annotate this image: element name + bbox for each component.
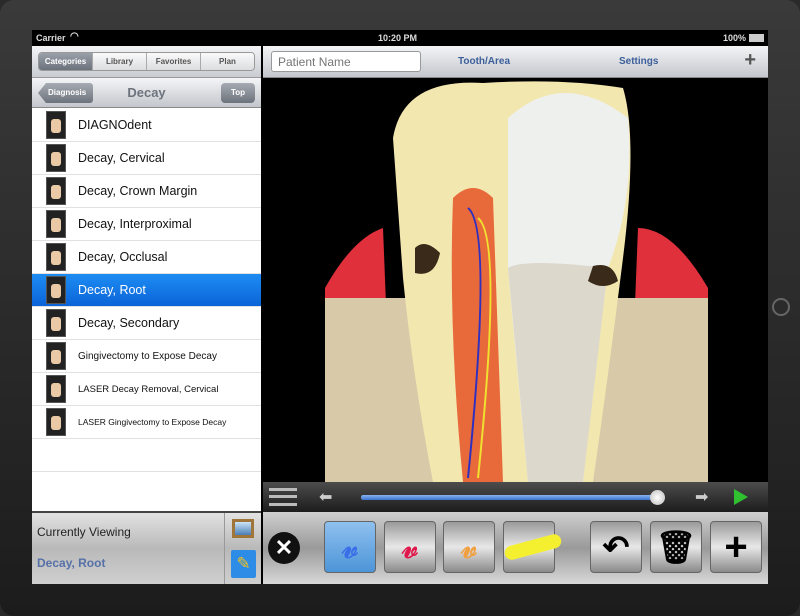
video-thumbnail-icon (46, 408, 66, 436)
left-panel: Categories Library Favorites Plan Diagno… (32, 46, 261, 584)
battery-icon (749, 34, 764, 42)
playback-slider[interactable] (361, 490, 665, 505)
playback-bar: ⬅ ➡ (263, 482, 768, 512)
list-item[interactable]: LASER Decay Removal, Cervical (32, 373, 261, 406)
next-arrow-icon[interactable]: ➡ (695, 487, 708, 507)
home-button[interactable] (772, 298, 790, 316)
tab-favorites[interactable]: Favorites (147, 53, 201, 70)
currently-viewing-label: Currently Viewing (37, 525, 131, 539)
tab-library[interactable]: Library (93, 53, 147, 70)
video-thumbnail-icon (46, 375, 66, 403)
list-item-selected[interactable]: Decay, Root (32, 274, 261, 307)
wifi-icon: ◠ (70, 31, 79, 42)
previous-arrow-icon[interactable]: ⬅ (319, 487, 332, 507)
video-thumbnail-icon (46, 309, 66, 337)
list-item[interactable]: Gingivectomy to Expose Decay (32, 340, 261, 373)
list-item-label: Decay, Occlusal (78, 250, 168, 264)
top-toolbar: Tooth/Area Settings + (263, 46, 768, 78)
list-item-label: Decay, Secondary (78, 316, 180, 330)
list-item[interactable]: DIAGNOdent (32, 109, 261, 142)
trash-icon[interactable]: 🗑 (650, 521, 702, 573)
list-item-label: Decay, Root (78, 283, 146, 297)
blue-pen-button[interactable]: 𝓋 (324, 521, 376, 573)
close-icon[interactable]: ✕ (268, 532, 300, 564)
currently-viewing-value: Decay, Root (37, 556, 106, 570)
clock: 10:20 PM (378, 33, 418, 43)
pencil-icon[interactable]: ✎ (231, 550, 256, 578)
menu-icon[interactable] (269, 488, 297, 506)
play-icon[interactable] (734, 489, 748, 505)
picture-icon[interactable] (232, 519, 254, 538)
slider-fill (361, 495, 658, 500)
add-button[interactable]: + (744, 49, 756, 72)
video-thumbnail-icon (46, 342, 66, 370)
video-thumbnail-icon (46, 210, 66, 238)
video-thumbnail-icon (46, 243, 66, 271)
list-item-label: Gingivectomy to Expose Decay (78, 350, 217, 362)
tooth-area-button[interactable]: Tooth/Area (458, 56, 510, 67)
list-item[interactable]: Decay, Occlusal (32, 241, 261, 274)
list-item[interactable]: LASER Gingivectomy to Expose Decay (32, 406, 261, 439)
battery-percent: 100% (722, 33, 746, 43)
empty-row (32, 439, 261, 472)
settings-button[interactable]: Settings (619, 56, 658, 67)
video-thumbnail-icon (46, 177, 66, 205)
tooth-illustration[interactable] (263, 78, 768, 482)
list-item[interactable]: Decay, Cervical (32, 142, 261, 175)
list-item-label: Decay, Cervical (78, 151, 165, 165)
drawing-toolbar: ✕ 𝓋 𝓋 𝓋 ↶ 🗑 + (263, 512, 768, 584)
list-item[interactable]: Decay, Crown Margin (32, 175, 261, 208)
video-thumbnail-icon (46, 144, 66, 172)
list-item-label: LASER Decay Removal, Cervical (78, 383, 219, 395)
patient-name-input[interactable] (271, 51, 421, 72)
video-thumbnail-icon (46, 276, 66, 304)
tab-categories[interactable]: Categories (39, 53, 93, 70)
highlighter-button[interactable] (503, 521, 563, 573)
list-item-label: Decay, Interproximal (78, 217, 192, 231)
segment-bar: Categories Library Favorites Plan (32, 46, 261, 78)
undo-icon[interactable]: ↶ (590, 521, 642, 573)
list-item-label: LASER Gingivectomy to Expose Decay (78, 417, 227, 427)
category-list: DIAGNOdent Decay, Cervical Decay, Crown … (32, 109, 261, 472)
video-thumbnail-icon (46, 111, 66, 139)
list-item-label: DIAGNOdent (78, 118, 152, 132)
screen: Carrier ◠ 10:20 PM 100% Categories Libra… (32, 30, 768, 584)
currently-viewing-panel: Currently Viewing Decay, Root ✎ (32, 511, 261, 584)
tab-plan[interactable]: Plan (201, 53, 254, 70)
status-bar: Carrier ◠ 10:20 PM 100% (32, 30, 768, 46)
right-panel: Tooth/Area Settings + ⬅ ➡ ✕ 𝓋 𝓋 𝓋 ↶ 🗑 + (263, 46, 768, 584)
orange-pen-button[interactable]: 𝓋 (443, 521, 495, 573)
top-button[interactable]: Top (221, 83, 255, 103)
list-item-label: Decay, Crown Margin (78, 184, 198, 198)
nav-bar: Diagnosis Decay Top (32, 78, 261, 108)
red-pen-button[interactable]: 𝓋 (384, 521, 436, 573)
slider-thumb[interactable] (650, 490, 665, 505)
add-icon[interactable]: + (710, 521, 762, 573)
list-item[interactable]: Decay, Interproximal (32, 208, 261, 241)
carrier: Carrier (36, 33, 66, 43)
list-item[interactable]: Decay, Secondary (32, 307, 261, 340)
